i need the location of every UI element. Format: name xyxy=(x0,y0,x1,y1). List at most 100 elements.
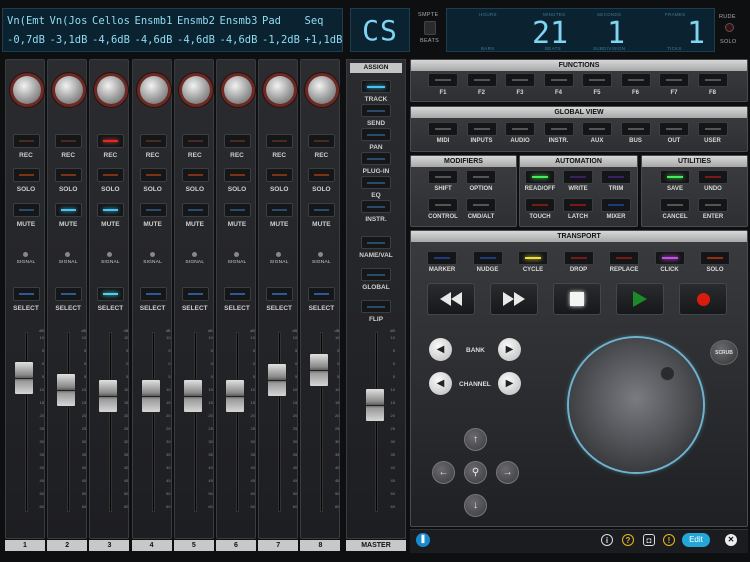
pan-knob[interactable] xyxy=(13,76,41,104)
select-button[interactable] xyxy=(139,287,167,301)
right-arrow-button[interactable]: → xyxy=(496,461,519,484)
functions-f4-button[interactable] xyxy=(543,73,574,87)
left-arrow-button[interactable]: ← xyxy=(432,461,455,484)
assign-send-button[interactable] xyxy=(361,104,391,117)
rec-button[interactable] xyxy=(308,134,336,148)
automation-mixer-button[interactable] xyxy=(601,198,631,212)
functions-f1-button[interactable] xyxy=(428,73,458,87)
global_view-aux-button[interactable] xyxy=(582,122,612,136)
mute-button[interactable] xyxy=(224,203,251,217)
camera-icon[interactable]: ◘ xyxy=(643,534,655,546)
mute-button[interactable] xyxy=(181,203,209,217)
utility-undo-button[interactable] xyxy=(698,170,728,184)
global_view-instr-button[interactable] xyxy=(543,122,574,136)
channel-fader[interactable] xyxy=(267,363,288,397)
select-button[interactable] xyxy=(55,287,83,301)
assign-pan-button[interactable] xyxy=(361,128,391,141)
bank-right-button[interactable]: ▶ xyxy=(498,338,521,361)
functions-f6-button[interactable] xyxy=(620,73,651,87)
channel-fader[interactable] xyxy=(225,379,245,413)
mute-button[interactable] xyxy=(266,203,294,217)
solo-button[interactable] xyxy=(181,168,209,182)
automation-trim-button[interactable] xyxy=(601,170,631,184)
pan-knob[interactable] xyxy=(224,76,252,104)
rec-button[interactable] xyxy=(139,134,167,148)
transport-solo-button[interactable] xyxy=(700,251,730,265)
rec-button[interactable] xyxy=(13,134,40,148)
jog-wheel[interactable] xyxy=(569,338,703,472)
utility-save-button[interactable] xyxy=(660,170,690,184)
mute-button[interactable] xyxy=(55,203,83,217)
help-icon[interactable]: ? xyxy=(622,534,634,546)
modifier-control-button[interactable] xyxy=(428,198,458,212)
select-button[interactable] xyxy=(97,287,125,301)
solo-button[interactable] xyxy=(266,168,294,182)
global_view-bus-button[interactable] xyxy=(620,122,651,136)
select-button[interactable] xyxy=(266,287,294,301)
rec-button[interactable] xyxy=(97,134,125,148)
zoom-button[interactable]: ⚲ xyxy=(464,461,487,484)
pan-knob[interactable] xyxy=(97,76,126,104)
record-button[interactable] xyxy=(679,283,727,315)
stop-button[interactable] xyxy=(553,283,601,315)
select-button[interactable] xyxy=(13,287,40,301)
mute-button[interactable] xyxy=(139,203,167,217)
assign-instr-button[interactable] xyxy=(361,200,391,213)
solo-button[interactable] xyxy=(55,168,83,182)
jog-wheel-grip[interactable] xyxy=(660,366,675,381)
channel-fader[interactable] xyxy=(182,379,203,413)
info-icon[interactable]: i xyxy=(601,534,613,546)
fast-forward-button[interactable] xyxy=(490,283,538,315)
assign-nameval-button[interactable] xyxy=(361,236,391,249)
functions-f2-button[interactable] xyxy=(466,73,497,87)
global_view-midi-button[interactable] xyxy=(428,122,458,136)
channel-right-button[interactable]: ▶ xyxy=(498,372,521,395)
global_view-out-button[interactable] xyxy=(659,122,689,136)
master-fader[interactable] xyxy=(365,388,385,422)
alert-icon[interactable]: ! xyxy=(663,534,675,546)
solo-button[interactable] xyxy=(308,168,336,182)
channel-fader[interactable] xyxy=(140,379,161,413)
play-button[interactable] xyxy=(616,283,664,315)
automation-latch-button[interactable] xyxy=(563,198,593,212)
automation-readoff-button[interactable] xyxy=(525,170,555,184)
down-arrow-button[interactable]: ↓ xyxy=(464,494,487,517)
select-button[interactable] xyxy=(224,287,251,301)
pan-knob[interactable] xyxy=(308,76,337,104)
app-logo-icon[interactable]: ❚ xyxy=(416,533,430,547)
assign-track-button[interactable] xyxy=(361,80,391,93)
transport-drop-button[interactable] xyxy=(563,251,594,265)
rec-button[interactable] xyxy=(55,134,83,148)
channel-fader[interactable] xyxy=(56,373,77,407)
transport-nudge-button[interactable] xyxy=(472,251,503,265)
global_view-audio-button[interactable] xyxy=(505,122,535,136)
utility-cancel-button[interactable] xyxy=(660,198,690,212)
assign-global-button[interactable] xyxy=(361,268,391,281)
transport-cycle-button[interactable] xyxy=(518,251,548,265)
automation-touch-button[interactable] xyxy=(525,198,555,212)
functions-f3-button[interactable] xyxy=(505,73,535,87)
global_view-inputs-button[interactable] xyxy=(466,122,497,136)
rec-button[interactable] xyxy=(266,134,294,148)
select-button[interactable] xyxy=(308,287,336,301)
solo-button[interactable] xyxy=(13,168,40,182)
pan-knob[interactable] xyxy=(181,76,210,104)
assign-eq-button[interactable] xyxy=(361,176,391,189)
channel-fader[interactable] xyxy=(309,353,330,387)
transport-click-button[interactable] xyxy=(654,251,685,265)
modifier-shift-button[interactable] xyxy=(428,170,458,184)
modifier-option-button[interactable] xyxy=(466,170,496,184)
utility-enter-button[interactable] xyxy=(698,198,728,212)
pan-knob[interactable] xyxy=(139,76,168,104)
transport-replace-button[interactable] xyxy=(609,251,639,265)
channel-fader[interactable] xyxy=(98,379,119,413)
mute-button[interactable] xyxy=(97,203,125,217)
rec-button[interactable] xyxy=(181,134,209,148)
rec-button[interactable] xyxy=(224,134,251,148)
up-arrow-button[interactable]: ↑ xyxy=(464,428,487,451)
select-button[interactable] xyxy=(181,287,209,301)
functions-f7-button[interactable] xyxy=(659,73,689,87)
automation-write-button[interactable] xyxy=(563,170,593,184)
modifier-cmdalt-button[interactable] xyxy=(466,198,496,212)
assign-plugin-button[interactable] xyxy=(361,152,391,165)
